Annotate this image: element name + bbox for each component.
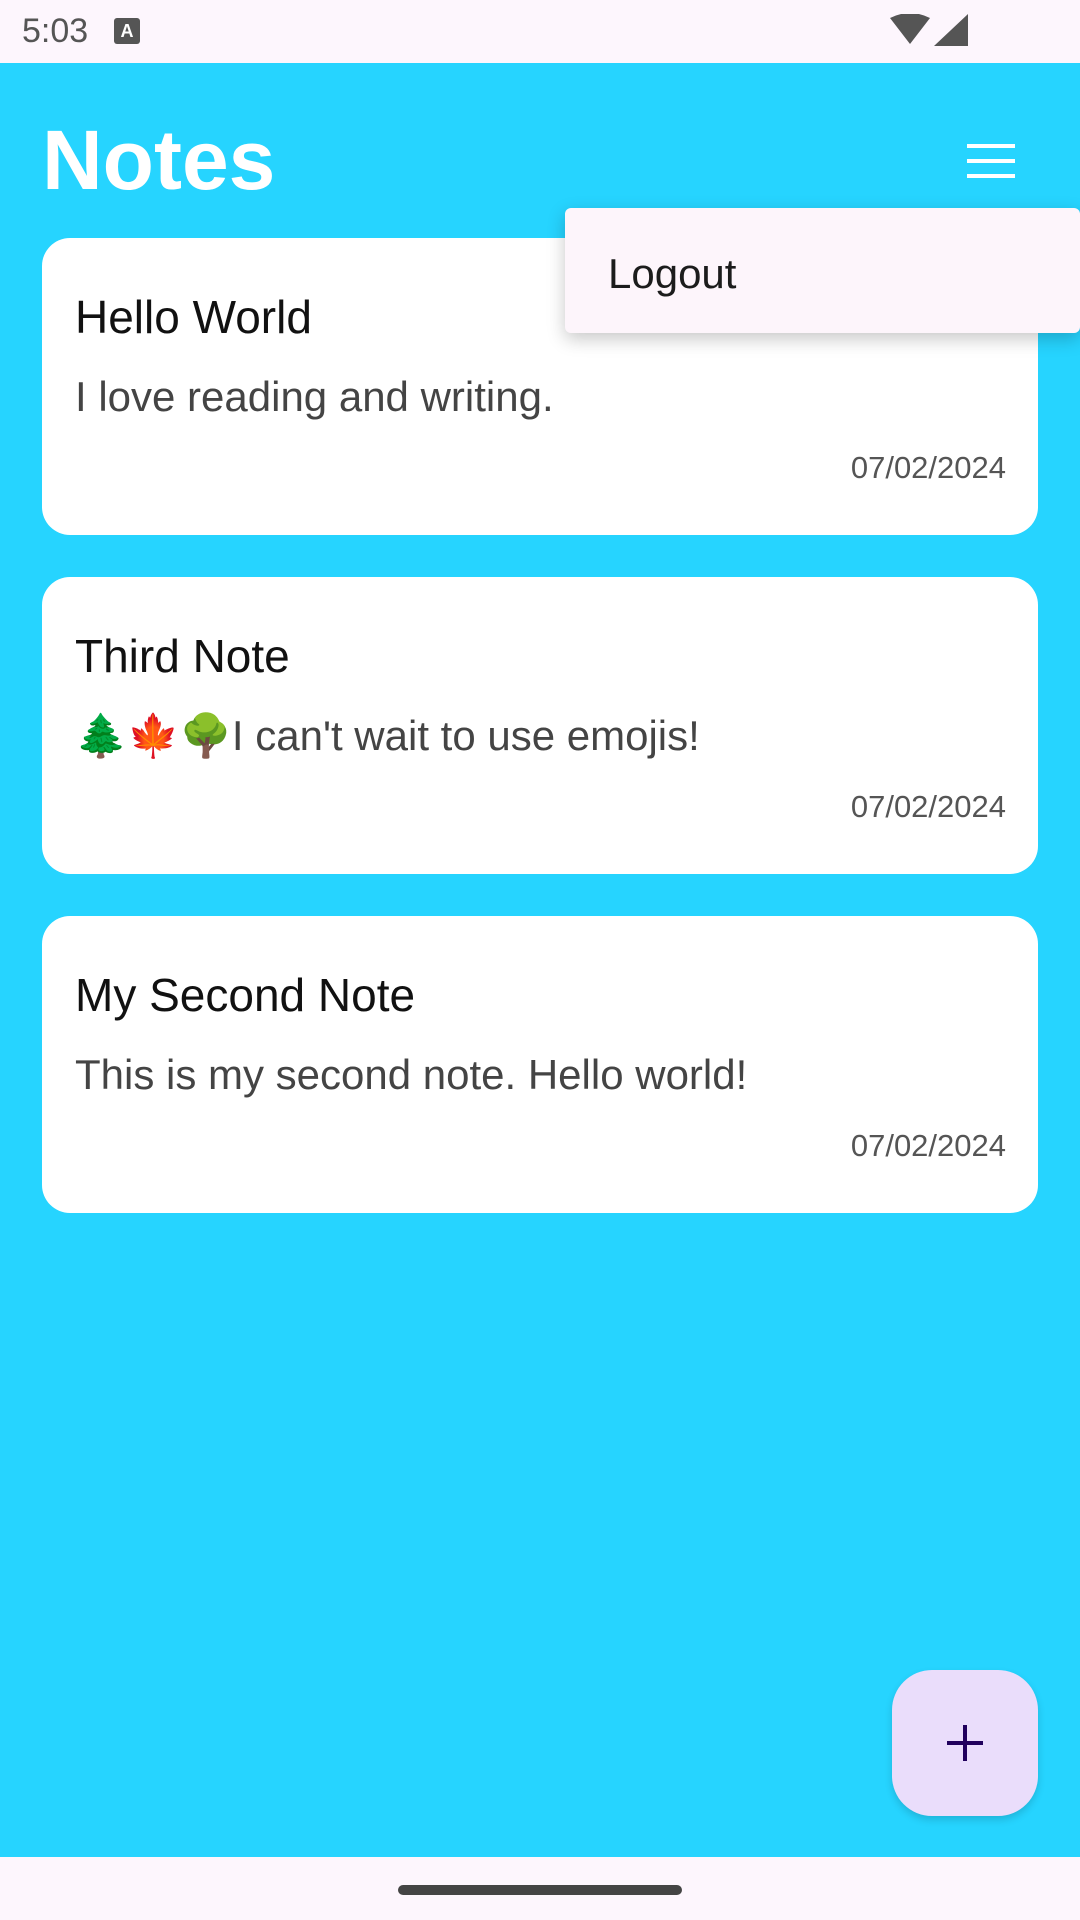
note-date: 07/02/2024 bbox=[850, 789, 1006, 824]
navigation-bar bbox=[0, 1857, 1080, 1920]
note-card[interactable]: My Second Note This is my second note. H… bbox=[42, 916, 1038, 1213]
note-title: Third Note bbox=[75, 630, 290, 682]
plus-icon bbox=[947, 1725, 983, 1761]
note-body: This is my second note. Hello world! bbox=[75, 1051, 748, 1098]
note-date: 07/02/2024 bbox=[850, 450, 1006, 485]
home-gesture-handle[interactable] bbox=[398, 1885, 682, 1895]
menu-item-logout[interactable]: Logout bbox=[608, 250, 736, 298]
hamburger-menu-icon bbox=[967, 144, 1015, 178]
note-card[interactable]: Third Note 🌲🍁🌳I can't wait to use emojis… bbox=[42, 577, 1038, 874]
note-body: 🌲🍁🌳I can't wait to use emojis! bbox=[75, 712, 700, 759]
wifi-icon bbox=[890, 14, 930, 44]
add-note-button[interactable] bbox=[892, 1670, 1038, 1816]
cell-signal-icon bbox=[934, 14, 968, 46]
text-a-icon: A bbox=[114, 18, 140, 44]
status-time: 5:03 bbox=[22, 12, 89, 50]
menu-button[interactable] bbox=[955, 135, 1027, 187]
note-title: My Second Note bbox=[75, 969, 416, 1021]
page-title: Notes bbox=[42, 113, 276, 207]
status-bar: 5:03 A bbox=[0, 0, 1080, 63]
overflow-menu: Logout bbox=[565, 208, 1080, 333]
note-body: I love reading and writing. bbox=[75, 373, 554, 420]
note-date: 07/02/2024 bbox=[850, 1128, 1006, 1163]
note-title: Hello World bbox=[75, 291, 312, 343]
